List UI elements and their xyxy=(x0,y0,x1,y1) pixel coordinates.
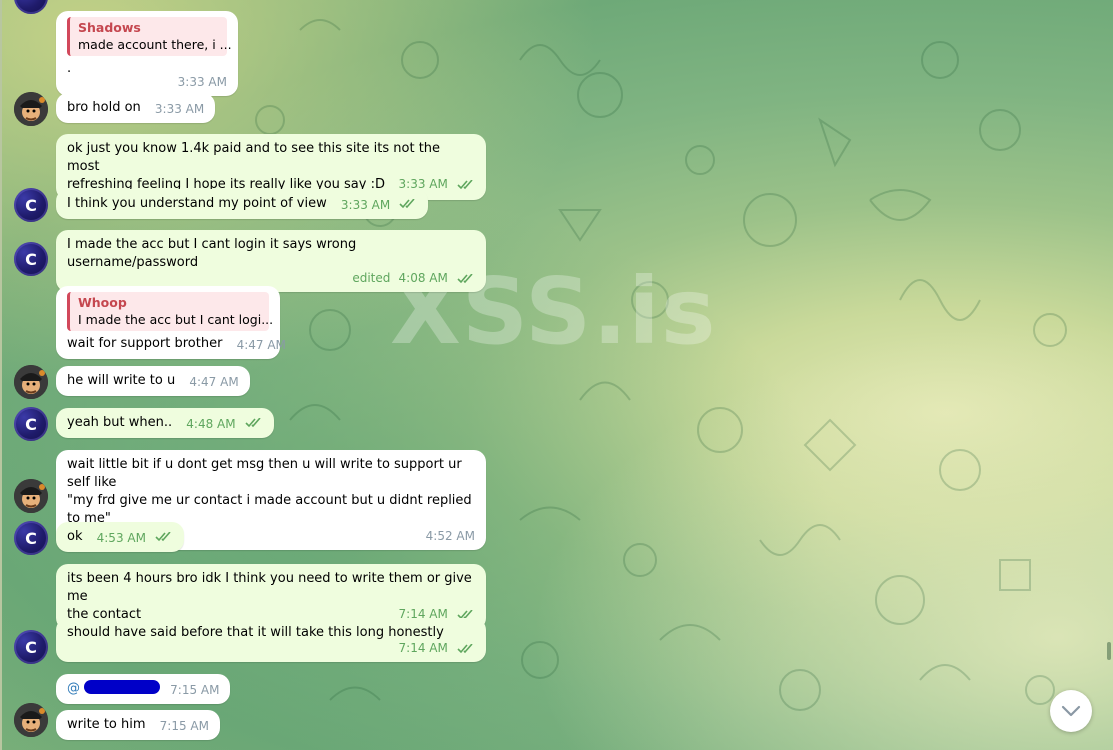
message-bubble[interactable]: I made the acc but I cant login it says … xyxy=(56,230,486,292)
message-text: bro hold on xyxy=(67,100,141,115)
message-text-line: wait little bit if u dont get msg then u… xyxy=(67,457,462,490)
message-time: 3:33 AM xyxy=(154,102,205,116)
mention-link[interactable]: @ xyxy=(67,681,80,696)
pirate-avatar-icon xyxy=(14,365,48,399)
reply-text: I made the acc but I cant logi... xyxy=(78,312,274,327)
message-text-line: its been 4 hours bro idk I think you nee… xyxy=(67,571,472,604)
double-check-icon xyxy=(457,644,473,654)
message-bubble[interactable]: Whoop I made the acc but I cant logi... … xyxy=(56,286,286,359)
message-time: 4:48 AM xyxy=(186,417,236,431)
reply-quote[interactable]: Shadows made account there, i ... xyxy=(67,17,232,56)
avatar[interactable]: C xyxy=(14,188,48,222)
double-check-icon xyxy=(155,532,171,542)
message-text: yeah but when.. xyxy=(67,415,173,430)
pirate-avatar-icon xyxy=(14,92,48,126)
message-time: 3:33 AM xyxy=(340,198,391,212)
message-bubble[interactable]: yeah but when.. 4:48 AM xyxy=(56,408,274,438)
message-text: wait for support brother xyxy=(67,336,223,351)
double-check-icon xyxy=(457,180,473,190)
scroll-to-bottom-button[interactable] xyxy=(1050,690,1092,732)
avatar[interactable]: C xyxy=(14,521,48,555)
chevron-down-icon xyxy=(1061,705,1081,717)
pirate-avatar-icon xyxy=(14,703,48,737)
message-time: 4:52 AM xyxy=(425,529,475,543)
message-edited-label: edited xyxy=(352,271,391,285)
message-time: 4:08 AM xyxy=(398,271,448,285)
double-check-icon xyxy=(399,199,415,209)
message-bubble[interactable]: write to him 7:15 AM xyxy=(56,710,220,740)
message-text: . xyxy=(67,61,72,76)
message-bubble[interactable]: Shadows made account there, i ... . 3:33… xyxy=(56,11,238,96)
scrollbar-thumb[interactable] xyxy=(1107,642,1111,660)
window-left-border xyxy=(0,0,2,750)
pirate-avatar-icon xyxy=(14,479,48,513)
message-text-line: ok just you know 1.4k paid and to see th… xyxy=(67,141,441,174)
reply-author: Whoop xyxy=(78,295,127,310)
scrollbar[interactable] xyxy=(1105,0,1113,750)
message-time: 4:53 AM xyxy=(96,531,146,545)
avatar[interactable] xyxy=(14,92,48,126)
message-time: 7:14 AM xyxy=(398,641,448,655)
avatar[interactable] xyxy=(14,703,48,737)
reply-quote[interactable]: Whoop I made the acc but I cant logi... xyxy=(67,292,274,331)
message-text: he will write to u xyxy=(67,373,176,388)
avatar[interactable] xyxy=(14,479,48,513)
message-bubble[interactable]: bro hold on 3:33 AM xyxy=(56,93,216,123)
message-bubble[interactable]: @ 7:15 AM xyxy=(56,674,231,704)
message-text: ok xyxy=(67,529,83,544)
double-check-icon xyxy=(457,274,473,284)
reply-text: made account there, i ... xyxy=(78,37,232,52)
message-time: 3:33 AM xyxy=(177,75,227,89)
avatar[interactable]: C xyxy=(14,630,48,664)
avatar[interactable] xyxy=(14,365,48,399)
message-time: 4:47 AM xyxy=(236,338,286,352)
message-text: I made the acc but I cant login it says … xyxy=(67,237,357,270)
reply-author: Shadows xyxy=(78,20,141,35)
avatar[interactable]: C xyxy=(14,242,48,276)
message-time: 7:15 AM xyxy=(159,719,209,733)
message-time: 7:15 AM xyxy=(170,683,220,697)
avatar[interactable]: C xyxy=(14,407,48,441)
message-bubble[interactable]: ok 4:53 AM xyxy=(56,522,185,552)
message-time: 4:47 AM xyxy=(189,375,239,389)
double-check-icon xyxy=(245,418,261,428)
message-text: write to him xyxy=(67,717,146,732)
message-text: I think you understand my point of view xyxy=(67,196,327,211)
message-bubble[interactable]: should have said before that it will tak… xyxy=(56,618,486,662)
redacted-mark xyxy=(84,680,160,694)
message-bubble[interactable]: I think you understand my point of view … xyxy=(56,189,429,219)
message-bubble[interactable]: he will write to u 4:47 AM xyxy=(56,366,250,396)
